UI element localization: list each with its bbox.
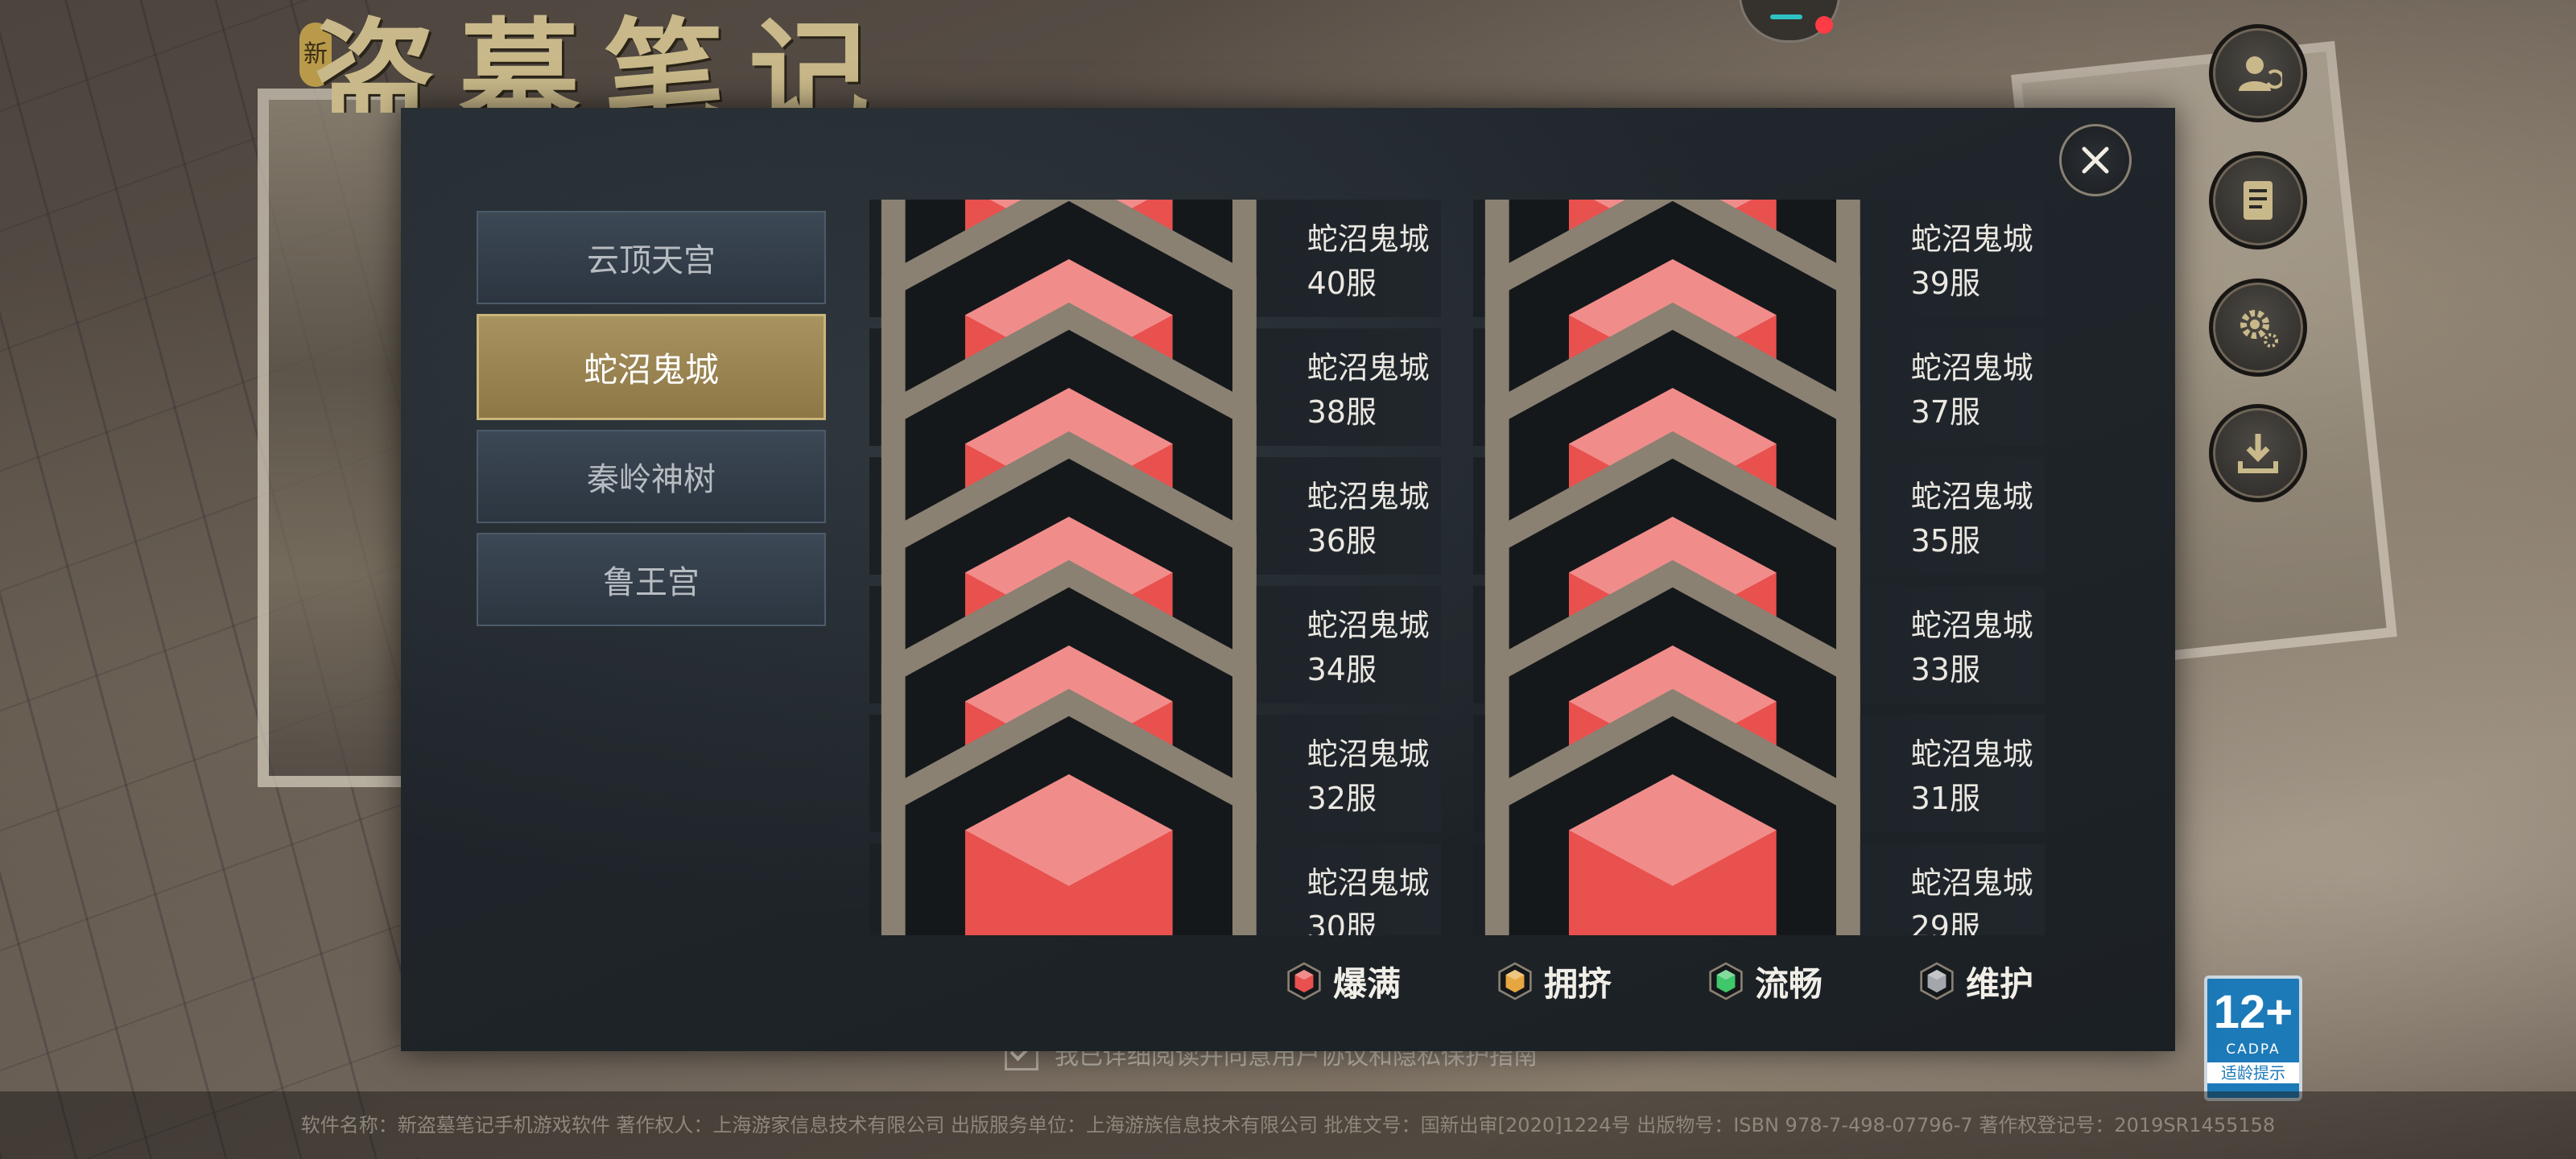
server-name: 蛇沼鬼城30服 — [1307, 865, 1430, 935]
legend-label: 流畅 — [1755, 963, 1823, 1004]
legend-gem-icon — [1709, 962, 1743, 1000]
indicator-dash — [1770, 14, 1802, 19]
age-rating-org: CADPA — [2226, 1041, 2281, 1058]
legend-label: 维护 — [1966, 963, 2034, 1004]
age-rating-badge[interactable]: 12+ CADPA 适龄提示 — [2204, 975, 2302, 1101]
status-legend: 爆满 拥挤 流畅 维护 — [1286, 945, 2033, 1017]
server-name: 蛇沼鬼城36服 — [1307, 479, 1430, 559]
region-tab-3[interactable]: 秦岭神树 — [477, 430, 826, 523]
copyright-footer: 软件名称：新盗墓笔记手机游戏软件 著作权人：上海游家信息技术有限公司 出版服务单… — [0, 1091, 2576, 1159]
legend-item-crowded: 拥挤 — [1497, 957, 1612, 1006]
server-name: 蛇沼鬼城40服 — [1307, 221, 1430, 301]
legend-label: 拥挤 — [1544, 963, 1612, 1004]
server-name: 蛇沼鬼城39服 — [1910, 221, 2033, 301]
user-switch-button[interactable] — [2209, 24, 2307, 122]
background-photo-left — [258, 89, 417, 787]
notice-button[interactable] — [2209, 151, 2307, 250]
notification-dot — [1815, 16, 1833, 34]
close-button[interactable] — [2059, 124, 2132, 196]
game-logo: 盗墓笔记 — [314, 6, 894, 113]
server-name: 蛇沼鬼城34服 — [1307, 608, 1430, 687]
age-rating-value: 12+ — [2213, 986, 2293, 1038]
user-switch-icon — [2239, 56, 2282, 91]
server-list: 蛇沼鬼城40服 蛇沼鬼城39服 蛇沼鬼城38服 蛇沼鬼城37服 蛇沼鬼城36服 蛇沼鬼城3… — [869, 200, 2048, 935]
server-name: 蛇沼鬼城35服 — [1910, 479, 2033, 559]
server-select-dialog: 云顶天宫 蛇沼鬼城 秦岭神树 鲁王宫 蛇沼鬼城40服 蛇沼鬼城39服 蛇沼鬼城38服 蛇沼鬼… — [401, 108, 2175, 1051]
legend-item-maintenance: 维护 — [1919, 957, 2033, 1006]
settings-button[interactable] — [2209, 278, 2307, 377]
settings-icon — [2240, 310, 2278, 348]
server-name: 蛇沼鬼城33服 — [1910, 608, 2033, 687]
server-item[interactable]: 蛇沼鬼城29服 — [1473, 689, 2045, 935]
server-name: 蛇沼鬼城37服 — [1910, 350, 2033, 430]
server-name: 蛇沼鬼城31服 — [1910, 736, 2033, 816]
legend-gem-icon — [1287, 962, 1321, 1000]
download-icon — [2238, 434, 2278, 473]
legend-gem-icon — [1920, 962, 1954, 1000]
legend-gem-icon — [1498, 962, 1532, 1000]
notice-icon — [2244, 181, 2273, 220]
region-tab-2[interactable]: 蛇沼鬼城 — [477, 314, 826, 420]
region-tab-4[interactable]: 鲁王宫 — [477, 533, 826, 626]
legend-item-full: 爆满 — [1286, 957, 1401, 1006]
age-rating-tip: 适龄提示 — [2207, 1062, 2299, 1083]
close-icon — [2082, 146, 2109, 174]
download-button[interactable] — [2209, 404, 2307, 502]
region-tab-list: 云顶天宫蛇沼鬼城秦岭神树鲁王宫 — [477, 211, 826, 636]
server-item[interactable]: 蛇沼鬼城30服 — [869, 689, 1441, 935]
legend-label: 爆满 — [1333, 963, 1402, 1004]
server-status-gem-icon — [1484, 689, 1860, 935]
server-name: 蛇沼鬼城38服 — [1307, 350, 1430, 430]
legend-item-smooth: 流畅 — [1708, 957, 1823, 1006]
server-name: 蛇沼鬼城29服 — [1910, 865, 2033, 935]
server-status-gem-icon — [881, 689, 1257, 935]
server-name: 蛇沼鬼城32服 — [1307, 736, 1430, 816]
region-tab-1[interactable]: 云顶天宫 — [477, 211, 826, 304]
